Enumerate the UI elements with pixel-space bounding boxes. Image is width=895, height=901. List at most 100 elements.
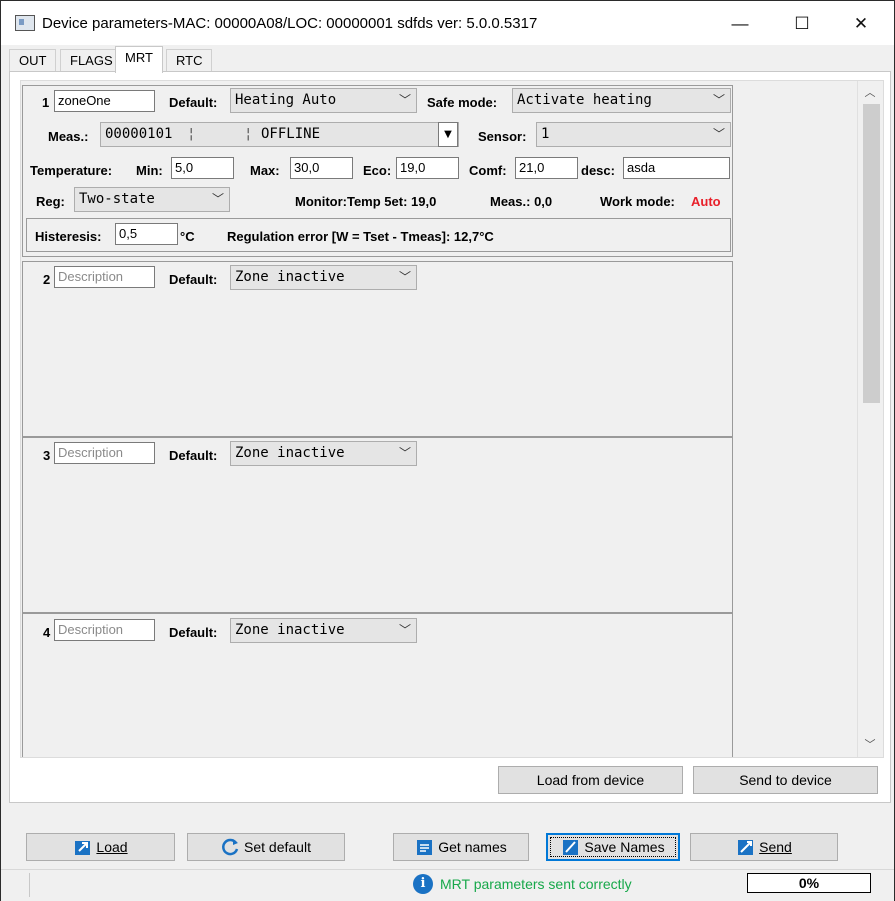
- zone-2-default-select[interactable]: Zone inactive ﹀: [230, 265, 417, 290]
- zone-1-histeresis-unit: °C: [180, 229, 195, 244]
- send-icon: [738, 839, 754, 855]
- minimize-button[interactable]: —: [717, 9, 763, 39]
- load-button[interactable]: Load: [26, 833, 175, 861]
- tab-out[interactable]: OUT: [9, 49, 57, 71]
- zone-4-default-value: Zone inactive: [235, 622, 345, 638]
- zone-4-panel: 4 Description Default: Zone inactive ﹀: [22, 613, 733, 757]
- zone-1-meas-id: 00000101: [105, 126, 173, 142]
- save-names-button-label: Save Names: [584, 839, 665, 855]
- zone-4-default-label: Default:: [169, 625, 218, 640]
- zone-1-max-label: Max:: [250, 163, 280, 178]
- status-message: MRT parameters sent correctly: [440, 876, 632, 892]
- zone-1-meas-status: OFFLINE: [261, 126, 321, 142]
- load-button-label: Load: [96, 839, 128, 855]
- zone-2-default-label: Default:: [169, 272, 218, 287]
- zone-1-histeresis-input[interactable]: 0,5: [115, 223, 178, 245]
- zone-1-safe-mode-value: Activate heating: [517, 92, 652, 108]
- info-icon: i: [413, 874, 433, 894]
- status-bar: i MRT parameters sent correctly 0%: [1, 869, 894, 901]
- chevron-down-icon: ﹀: [398, 93, 411, 107]
- chevron-down-icon: ﹀: [398, 446, 411, 460]
- zone-1-name-input[interactable]: zoneOne: [54, 90, 155, 112]
- scroll-up-icon[interactable]: ︿: [858, 83, 882, 103]
- zone-1-meas-reading: Meas.: 0,0: [490, 194, 553, 209]
- zone-1-reg-value: Two-state: [79, 191, 155, 207]
- zone-1-min-input[interactable]: 5,0: [171, 157, 234, 179]
- tab-flags[interactable]: FLAGS: [60, 49, 123, 71]
- tab-mrt[interactable]: MRT: [115, 46, 163, 73]
- set-default-button-label: Set default: [244, 839, 311, 855]
- zone-3-default-value: Zone inactive: [235, 445, 345, 461]
- chevron-down-icon: ﹀: [211, 192, 224, 206]
- zone-1-histeresis-group: Histeresis: 0,5 °C Regulation error [W =…: [26, 218, 731, 252]
- zone-2-panel: 2 Description Default: Zone inactive ﹀: [22, 261, 733, 437]
- zone-1-monitor-text: Monitor:Temp 5et: 19,0: [295, 194, 437, 209]
- app-icon: [15, 15, 35, 31]
- send-button[interactable]: Send: [690, 833, 838, 861]
- zone-4-description-input[interactable]: Description: [54, 619, 155, 641]
- zone-1-eco-label: Eco:: [363, 163, 392, 178]
- save-names-button[interactable]: Save Names: [546, 833, 680, 861]
- zone-1-desc-input[interactable]: asda: [623, 157, 730, 179]
- send-to-device-button[interactable]: Send to device: [693, 766, 878, 794]
- column-separator: ¦: [244, 126, 253, 142]
- zone-1-meas-select[interactable]: 00000101 ¦ ¦ OFFLINE ▼: [100, 122, 459, 147]
- progress-indicator: 0%: [747, 873, 871, 893]
- zone-1-sensor-value: 1: [541, 126, 550, 142]
- zone-1-meas-label: Meas.:: [48, 129, 89, 144]
- save-names-icon: [563, 839, 579, 855]
- zone-1-default-select[interactable]: Heating Auto ﹀: [230, 88, 417, 113]
- zone-3-panel: 3 Description Default: Zone inactive ﹀: [22, 437, 733, 613]
- zone-1-eco-input[interactable]: 19,0: [396, 157, 459, 179]
- chevron-down-icon: ﹀: [712, 93, 725, 107]
- set-default-button[interactable]: Set default: [187, 833, 345, 861]
- device-parameters-window: Device parameters-MAC: 00000A08/LOC: 000…: [0, 0, 895, 901]
- scrollbar-thumb[interactable]: [863, 104, 880, 403]
- tab-rtc[interactable]: RTC: [166, 49, 213, 71]
- zone-1-work-mode-label: Work mode:: [600, 194, 675, 209]
- get-names-button-label: Get names: [438, 839, 507, 855]
- zone-4-default-select[interactable]: Zone inactive ﹀: [230, 618, 417, 643]
- zone-1-comf-input[interactable]: 21,0: [515, 157, 578, 179]
- refresh-icon: [222, 838, 239, 856]
- title-bar: Device parameters-MAC: 00000A08/LOC: 000…: [1, 1, 894, 45]
- scroll-down-icon[interactable]: ﹀: [858, 735, 882, 755]
- chevron-down-icon: ﹀: [712, 127, 725, 141]
- zone-1-comf-label: Comf:: [469, 163, 507, 178]
- maximize-button[interactable]: ☐: [779, 9, 825, 39]
- load-from-device-button[interactable]: Load from device: [498, 766, 683, 794]
- zone-3-description-input[interactable]: Description: [54, 442, 155, 464]
- load-icon: [75, 840, 91, 855]
- zone-3-default-select[interactable]: Zone inactive ﹀: [230, 441, 417, 466]
- column-separator: ¦: [187, 126, 196, 142]
- mrt-tab-panel: 1 zoneOne Default: Heating Auto ﹀ Safe mo…: [9, 71, 891, 803]
- get-names-button[interactable]: Get names: [393, 833, 529, 861]
- tab-bar: OUT FLAGS MRT RTC: [9, 45, 889, 73]
- zone-1-sensor-label: Sensor:: [478, 129, 527, 144]
- zone-1-max-input[interactable]: 30,0: [290, 157, 353, 179]
- zone-4-number: 4: [43, 625, 51, 640]
- zone-1-safe-mode-label: Safe mode:: [427, 95, 498, 110]
- get-names-icon: [417, 839, 433, 855]
- zone-1-safe-mode-select[interactable]: Activate heating ﹀: [512, 88, 731, 113]
- zone-1-temperature-label: Temperature:: [30, 163, 113, 178]
- zone-2-number: 2: [43, 272, 51, 287]
- close-button[interactable]: ✕: [838, 9, 884, 39]
- zone-1-sensor-select[interactable]: 1 ﹀: [536, 122, 731, 147]
- vertical-scrollbar[interactable]: ︿ ﹀: [857, 81, 882, 757]
- zones-scroll-area[interactable]: 1 zoneOne Default: Heating Auto ﹀ Safe mo…: [20, 80, 884, 758]
- dropdown-arrow-icon[interactable]: ▼: [438, 122, 458, 147]
- zone-1-reg-select[interactable]: Two-state ﹀: [74, 187, 230, 212]
- zone-1-reg-label: Reg:: [36, 194, 65, 209]
- chevron-down-icon: ﹀: [398, 623, 411, 637]
- zone-3-default-label: Default:: [169, 448, 218, 463]
- zone-3-number: 3: [43, 448, 51, 463]
- chevron-down-icon: ﹀: [398, 270, 411, 284]
- zone-1-desc-label: desc:: [581, 163, 615, 178]
- send-button-label: Send: [759, 839, 792, 855]
- zone-1-regulation-error: Regulation error [W = Tset - Tmeas]: 12,…: [227, 229, 494, 244]
- zone-1-default-value: Heating Auto: [235, 92, 337, 108]
- zone-2-description-input[interactable]: Description: [54, 266, 155, 288]
- zone-1-default-label: Default:: [169, 95, 218, 110]
- zone-1-histeresis-label: Histeresis:: [35, 229, 102, 244]
